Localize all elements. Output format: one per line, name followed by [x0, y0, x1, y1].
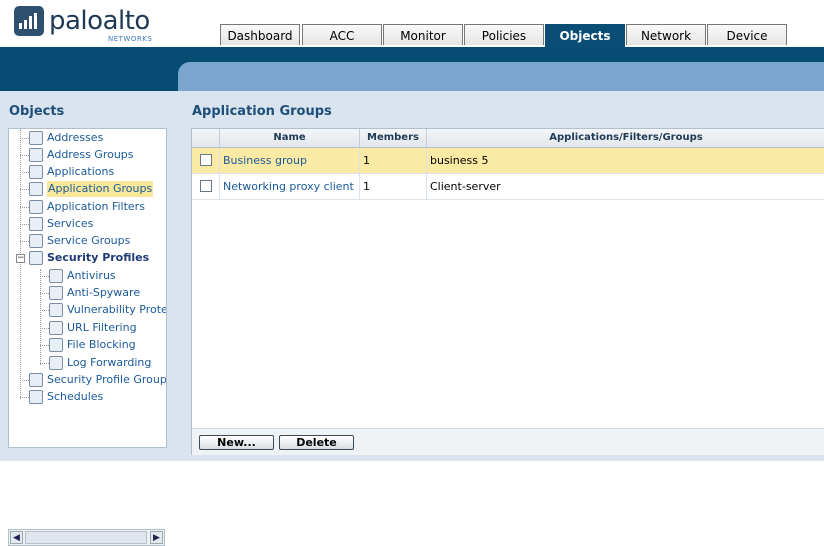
group-name-link[interactable]: Networking proxy client — [220, 174, 360, 199]
delete-button[interactable]: Delete — [279, 435, 354, 450]
addresses-icon — [29, 131, 43, 145]
brand-name: paloalto — [49, 6, 150, 36]
sidebar-title: Objects — [9, 104, 65, 119]
url-filtering-icon — [49, 321, 63, 335]
group-name-link[interactable]: Business group — [220, 148, 360, 173]
tab-device[interactable]: Device — [707, 24, 787, 45]
sidebar: Objects Addresses Address Groups Applica… — [0, 91, 178, 546]
collapse-toggle-icon[interactable]: − — [16, 254, 25, 263]
select-column-header — [192, 129, 220, 147]
new-button[interactable]: New... — [199, 435, 274, 450]
group-applications: business 5 — [430, 154, 489, 167]
scroll-left-icon[interactable]: ◀ — [10, 531, 23, 544]
row-checkbox[interactable] — [200, 180, 212, 192]
paloalto-logo-icon — [14, 6, 44, 36]
row-checkbox[interactable] — [200, 154, 212, 166]
services-icon — [29, 217, 43, 231]
antivirus-icon — [49, 269, 63, 283]
tab-acc[interactable]: ACC — [302, 24, 382, 45]
table-header: Name Members Applications/Filters/Groups — [192, 129, 824, 148]
paloalto-logo: paloalto NETWORKS — [14, 6, 154, 43]
brand-sub: NETWORKS — [108, 35, 153, 43]
column-header-members[interactable]: Members — [360, 129, 427, 147]
security-profile-groups-icon — [29, 373, 43, 387]
schedules-icon — [29, 390, 43, 404]
security-profiles-icon — [29, 251, 43, 265]
table-footer: New... Delete — [192, 428, 824, 455]
scroll-right-icon[interactable]: ▶ — [150, 531, 163, 544]
object-tree: Addresses Address Groups Applications Ap… — [8, 128, 167, 448]
tab-monitor[interactable]: Monitor — [383, 24, 463, 45]
application-groups-icon — [29, 182, 43, 196]
applications-icon — [29, 165, 43, 179]
main-content: Application Groups Name Members Applicat… — [178, 91, 824, 461]
header-band — [178, 62, 824, 91]
scroll-thumb[interactable] — [25, 531, 147, 544]
app-header: paloalto NETWORKS Dashboard ACC Monitor … — [0, 0, 824, 47]
header-bar — [0, 47, 824, 91]
table-row[interactable]: Business group 1 business 5 — [192, 148, 824, 174]
tab-dashboard[interactable]: Dashboard — [220, 24, 300, 45]
service-groups-icon — [29, 234, 43, 248]
application-filters-icon — [29, 200, 43, 214]
group-members: 1 — [360, 174, 427, 199]
table-row[interactable]: Networking proxy client 1 Client-server — [192, 174, 824, 200]
log-forwarding-icon — [49, 356, 63, 370]
file-blocking-icon — [49, 338, 63, 352]
vulnerability-protection-icon — [49, 303, 63, 317]
group-members: 1 — [360, 148, 427, 173]
page-title: Application Groups — [192, 104, 332, 119]
address-groups-icon — [29, 148, 43, 162]
anti-spyware-icon — [49, 286, 63, 300]
application-groups-table: Name Members Applications/Filters/Groups… — [191, 128, 824, 455]
tab-network[interactable]: Network — [626, 24, 706, 45]
tree-horizontal-scrollbar[interactable]: ◀ ▶ — [8, 529, 165, 546]
tab-policies[interactable]: Policies — [464, 24, 544, 45]
column-header-name[interactable]: Name — [220, 129, 360, 147]
group-applications: Client-server — [430, 180, 501, 193]
column-header-applications[interactable]: Applications/Filters/Groups — [427, 129, 824, 147]
tab-objects[interactable]: Objects — [545, 24, 625, 47]
